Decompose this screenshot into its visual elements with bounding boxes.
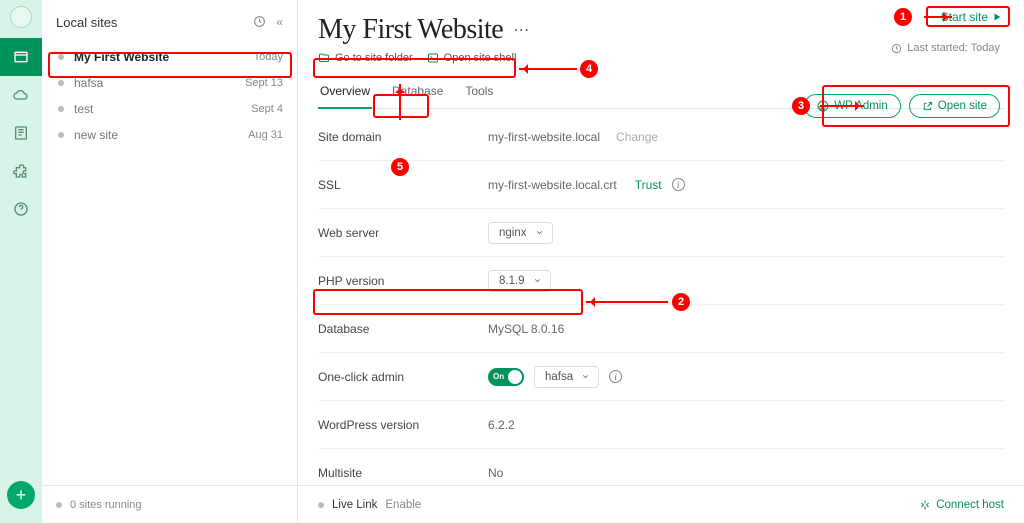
database-label: Database [318,322,488,336]
rail-item-sites[interactable] [0,38,42,76]
site-date: Sept 4 [251,103,283,115]
info-icon[interactable]: i [609,370,622,383]
site-domain-value: my-first-website.local [488,130,600,144]
wp-version-label: WordPress version [318,418,488,432]
go-to-site-folder-link[interactable]: Go to site folder [318,52,413,64]
connect-host-button[interactable]: Connect host [919,499,1004,511]
clock-icon [891,43,902,54]
php-version-select[interactable]: 8.1.9 [488,270,551,292]
open-site-button[interactable]: Open site [909,94,1000,118]
avatar[interactable] [10,6,32,28]
rail-item-blueprint[interactable] [0,114,42,152]
sidebar-footer: 0 sites running [42,485,297,523]
one-click-admin-label: One-click admin [318,370,488,384]
icon-rail: + [0,0,42,523]
tab-database[interactable]: Database [390,84,445,108]
one-click-admin-toggle[interactable]: On [488,368,524,386]
php-label: PHP version [318,274,488,288]
external-link-icon [922,101,933,112]
site-row[interactable]: hafsa Sept 13 [48,70,291,96]
tab-overview[interactable]: Overview [318,84,372,108]
info-icon[interactable]: i [672,178,685,191]
live-link-enable[interactable]: Enable [385,499,421,511]
rail-item-extensions[interactable] [0,152,42,190]
main-panel: Start site Last started: Today My First … [298,0,1024,523]
status-dot [318,502,324,508]
site-row[interactable]: My First Website Today [48,44,291,70]
ssl-value: my-first-website.local.crt [488,178,617,192]
chevron-down-icon [581,372,590,381]
add-site-button[interactable]: + [7,481,35,509]
open-site-shell-link[interactable]: Open site shell [427,52,517,64]
status-dot [58,54,64,60]
ssl-trust-link[interactable]: Trust [635,178,662,192]
wp-admin-button[interactable]: WP Admin [804,94,900,118]
chevron-down-icon [535,228,544,237]
site-title: My First Website [318,14,503,46]
change-domain-link[interactable]: Change [616,130,658,144]
database-value: MySQL 8.0.16 [488,322,564,336]
live-link-label: Live Link [332,499,377,511]
site-date: Sept 13 [245,77,283,89]
chevron-down-icon [533,276,542,285]
site-date: Aug 31 [248,129,283,141]
site-domain-label: Site domain [318,130,488,144]
status-dot [58,80,64,86]
site-list: My First Website Today hafsa Sept 13 tes… [42,44,297,485]
site-row[interactable]: test Sept 4 [48,96,291,122]
rail-item-cloud[interactable] [0,76,42,114]
play-icon [992,12,1002,22]
status-dot [58,132,64,138]
wp-version-value: 6.2.2 [488,418,515,432]
site-name: hafsa [74,76,103,90]
folder-icon [318,52,330,64]
clock-icon[interactable] [253,15,266,29]
status-dot [56,502,62,508]
overview-panel: Site domain my-first-website.local Chang… [298,109,1024,485]
site-row[interactable]: new site Aug 31 [48,122,291,148]
rail-item-help[interactable] [0,190,42,228]
site-menu-button[interactable]: ⋯ [513,20,530,40]
one-click-admin-user-select[interactable]: hafsa [534,366,599,388]
ssl-label: SSL [318,178,488,192]
collapse-icon[interactable]: « [276,15,283,29]
sidebar-title: Local sites [56,15,117,30]
terminal-icon [427,52,439,64]
wordpress-icon [817,100,829,112]
status-dot [58,106,64,112]
webserver-select[interactable]: nginx [488,222,553,244]
site-name: test [74,102,93,116]
last-started: Last started: Today [891,42,1000,54]
tab-tools[interactable]: Tools [463,84,495,108]
multisite-label: Multisite [318,466,488,480]
connect-icon [919,499,931,511]
multisite-value: No [488,466,503,480]
webserver-label: Web server [318,226,488,240]
start-site-button[interactable]: Start site [941,10,1002,24]
site-name: My First Website [74,50,169,64]
site-date: Today [254,51,283,63]
running-status: 0 sites running [70,499,142,511]
sidebar: Local sites « My First Website Today haf… [42,0,298,523]
site-name: new site [74,128,118,142]
